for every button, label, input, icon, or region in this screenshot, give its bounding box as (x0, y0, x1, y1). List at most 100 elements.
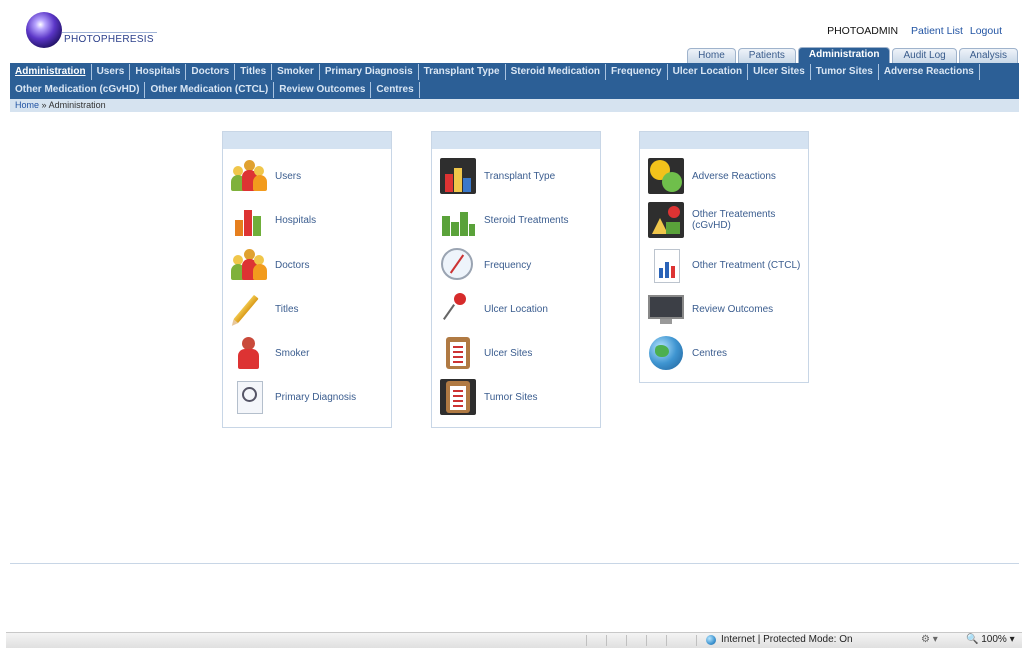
subnav-adverse-reactions[interactable]: Adverse Reactions (879, 64, 980, 80)
user-bar: PHOTOADMIN Patient List Logout (827, 25, 1002, 37)
doctors-icon (231, 247, 267, 283)
treatment-chart-icon (648, 202, 684, 238)
subnav-users[interactable]: Users (92, 64, 131, 80)
panel-item-label: Smoker (275, 347, 310, 359)
pushpin-icon (440, 291, 476, 327)
panel-item-tumor-sites[interactable]: Tumor Sites (440, 379, 595, 415)
panel-item-other-treatments-cgvhd[interactable]: Other Treatements (cGvHD) (648, 202, 803, 238)
subnav-steroid-medication[interactable]: Steroid Medication (506, 64, 607, 80)
steroid-chart-icon (440, 202, 476, 238)
panel-item-label: Ulcer Sites (484, 347, 533, 359)
panel-item-frequency[interactable]: Frequency (440, 247, 595, 283)
user-name: PHOTOADMIN (827, 25, 899, 37)
bar-chart-icon (440, 158, 476, 194)
panel-item-label: Steroid Treatments (484, 214, 569, 226)
panel-item-primary-diagnosis[interactable]: Primary Diagnosis (231, 379, 386, 415)
subnav-row-1: Administration Users Hospitals Doctors T… (10, 63, 980, 81)
diagnosis-icon (231, 379, 267, 415)
subnav-doctors[interactable]: Doctors (186, 64, 236, 80)
browser-status-bar: Internet | Protected Mode: On ⚙ ▾ 🔍 100%… (6, 632, 1022, 648)
tab-patients[interactable]: Patients (737, 48, 796, 63)
panel-item-label: Adverse Reactions (692, 170, 776, 182)
panel-item-label: Primary Diagnosis (275, 391, 357, 403)
admin-subnav: Administration Users Hospitals Doctors T… (10, 63, 1019, 99)
subnav-row-2: Other Medication (cGvHD) Other Medicatio… (10, 81, 420, 99)
panel-item-label: Review Outcomes (692, 303, 774, 315)
panel-item-label: Doctors (275, 259, 310, 271)
protected-mode-icon[interactable]: ⚙ ▾ (921, 634, 938, 645)
zoom-level: 100% (981, 634, 1007, 645)
subnav-primary-diagnosis[interactable]: Primary Diagnosis (320, 64, 419, 80)
panel-item-label: Hospitals (275, 214, 317, 226)
logo-text: PHOTOPHERESIS (64, 34, 154, 45)
tab-audit-log[interactable]: Audit Log (892, 48, 957, 63)
panel-item-titles[interactable]: Titles (231, 291, 386, 327)
logo-divider (62, 32, 157, 33)
status-separator (666, 635, 667, 646)
subnav-transplant-type[interactable]: Transplant Type (419, 64, 506, 80)
panel-item-ulcer-location[interactable]: Ulcer Location (440, 291, 595, 327)
panel-item-centres[interactable]: Centres (648, 335, 803, 371)
panel-item-other-treatment-ctcl[interactable]: Other Treatment (CTCL) (648, 247, 803, 283)
pencil-icon (231, 291, 267, 327)
panel-item-hospitals[interactable]: Hospitals (231, 202, 386, 238)
subnav-review-outcomes[interactable]: Review Outcomes (274, 82, 372, 98)
subnav-ulcer-location[interactable]: Ulcer Location (668, 64, 749, 80)
logout-link[interactable]: Logout (970, 25, 1002, 37)
status-separator (626, 635, 627, 646)
clipboard-icon (440, 335, 476, 371)
subnav-centres[interactable]: Centres (371, 82, 420, 98)
status-separator (586, 635, 587, 646)
patient-list-link[interactable]: Patient List (911, 25, 963, 37)
panel-item-smoker[interactable]: Smoker (231, 335, 386, 371)
panel-item-users[interactable]: Users (231, 158, 386, 194)
panel-header (432, 132, 600, 149)
status-separator (606, 635, 607, 646)
subnav-frequency[interactable]: Frequency (606, 64, 668, 80)
panel-item-ulcer-sites[interactable]: Ulcer Sites (440, 335, 595, 371)
subnav-titles[interactable]: Titles (235, 64, 273, 80)
admin-panel-people: Users Hospitals Doctors Titles Smoker Pr… (222, 131, 392, 428)
photopheresis-logo[interactable]: PHOTOPHERESIS (26, 12, 157, 52)
main-tabs: Home Patients Administration Audit Log A… (685, 47, 1018, 63)
panel-item-adverse-reactions[interactable]: Adverse Reactions (648, 158, 803, 194)
panel-item-doctors[interactable]: Doctors (231, 247, 386, 283)
users-icon (231, 158, 267, 194)
tab-analysis[interactable]: Analysis (958, 48, 1018, 63)
panel-item-label: Centres (692, 347, 728, 359)
admin-panel-treatment: Transplant Type Steroid Treatments Frequ… (431, 131, 601, 428)
breadcrumb-home-link[interactable]: Home (15, 100, 39, 110)
panel-item-label: Ulcer Location (484, 303, 548, 315)
tab-home[interactable]: Home (687, 48, 736, 63)
admin-panel-outcomes: Adverse Reactions Other Treatements (cGv… (639, 131, 809, 383)
subnav-smoker[interactable]: Smoker (272, 64, 320, 80)
tab-administration[interactable]: Administration (797, 47, 891, 63)
panel-item-label: Other Treatements (cGvHD) (692, 209, 776, 231)
globe-icon (648, 335, 684, 371)
panel-item-transplant-type[interactable]: Transplant Type (440, 158, 595, 194)
zoom-dropdown-icon[interactable]: ▾ (1010, 634, 1015, 645)
panel-header (640, 132, 808, 149)
subnav-ulcer-sites[interactable]: Ulcer Sites (748, 64, 811, 80)
compass-icon (440, 247, 476, 283)
subnav-other-medication-ctcl[interactable]: Other Medication (CTCL) (145, 82, 275, 98)
ctcl-chart-icon (648, 247, 684, 283)
panel-item-label: Frequency (484, 259, 532, 271)
subnav-other-medication-cgvhd[interactable]: Other Medication (cGvHD) (10, 82, 146, 98)
breadcrumb-current: Administration (48, 100, 106, 110)
status-separator (696, 635, 697, 646)
security-zone[interactable]: Internet | Protected Mode: On (706, 634, 853, 645)
subnav-hospitals[interactable]: Hospitals (130, 64, 187, 80)
panel-header (223, 132, 391, 149)
panel-item-label: Transplant Type (484, 170, 556, 182)
person-icon (231, 335, 267, 371)
monitor-icon (648, 291, 684, 327)
zoom-icon: 🔍 (966, 634, 979, 645)
subnav-tumor-sites[interactable]: Tumor Sites (811, 64, 879, 80)
security-zone-text: Internet | Protected Mode: On (721, 634, 853, 645)
zoom-control[interactable]: 🔍 100% ▾ (966, 634, 1015, 645)
subnav-administration[interactable]: Administration (10, 64, 92, 80)
panel-item-review-outcomes[interactable]: Review Outcomes (648, 291, 803, 327)
panel-item-steroid-treatments[interactable]: Steroid Treatments (440, 202, 595, 238)
panel-item-label: Tumor Sites (484, 391, 538, 403)
